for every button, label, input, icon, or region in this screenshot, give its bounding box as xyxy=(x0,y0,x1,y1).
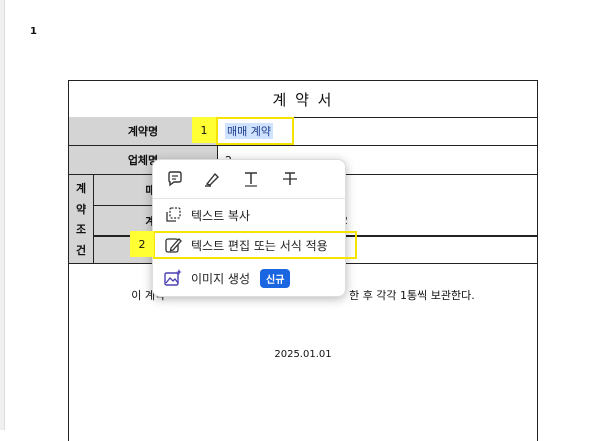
step2-badge: 2 xyxy=(130,231,154,257)
generate-image-label: 이미지 생성 xyxy=(191,271,251,286)
step1-highlight-box xyxy=(216,117,294,145)
vertical-char: 계 xyxy=(75,181,87,195)
contract-name-row: 계약명 매매 계약 xyxy=(69,117,537,146)
contract-conditions-label: 계 약 조 건 xyxy=(69,175,94,264)
page-number: 1 xyxy=(30,26,37,37)
body-text-right: 한 후 각각 1통씩 보관한다. xyxy=(349,289,475,302)
left-panel-edge xyxy=(0,0,5,430)
comment-icon[interactable] xyxy=(164,168,186,190)
new-badge: 신규 xyxy=(260,268,291,288)
copy-text-label: 텍스트 복사 xyxy=(191,208,251,223)
document-title: 계 약 서 xyxy=(69,81,537,118)
quick-toolbar xyxy=(153,160,345,199)
step2-highlight-box xyxy=(153,231,357,259)
contract-date: 2025.01.01 xyxy=(274,349,332,360)
generate-image-item[interactable]: 이미지 생성 신규 xyxy=(153,263,345,293)
text-icon[interactable] xyxy=(240,168,262,190)
highlight-icon[interactable] xyxy=(201,168,223,190)
strikethrough-icon[interactable] xyxy=(279,168,301,190)
copy-text-item[interactable]: 텍스트 복사 xyxy=(153,200,345,230)
vertical-char: 건 xyxy=(75,244,87,258)
image-generate-icon xyxy=(163,268,183,288)
copy-icon xyxy=(163,205,183,225)
vertical-char: 조 xyxy=(75,223,87,237)
context-menu: 텍스트 복사 텍스트 편집 또는 서식 적용 이미지 생성 신규 xyxy=(152,159,346,297)
step1-badge: 1 xyxy=(192,117,216,143)
vertical-char: 약 xyxy=(75,202,87,216)
